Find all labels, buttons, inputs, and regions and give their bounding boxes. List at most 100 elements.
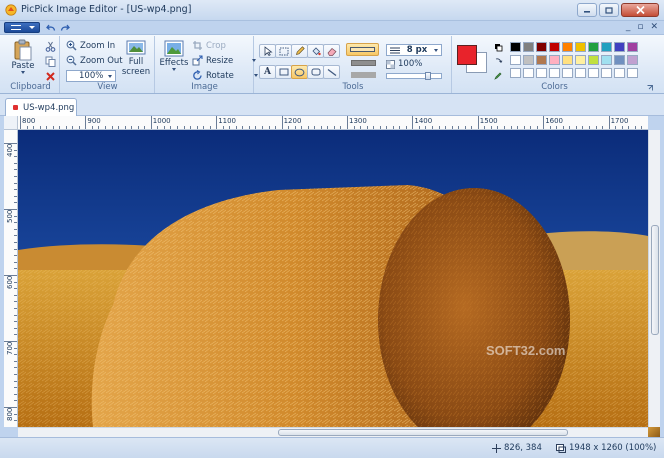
palette-swatch[interactable] <box>510 42 521 52</box>
rotate-button[interactable]: Rotate <box>192 70 258 81</box>
palette-swatch[interactable] <box>575 68 586 78</box>
ruler-tick <box>14 321 17 323</box>
vertical-scroll-thumb[interactable] <box>651 225 659 335</box>
copy-icon[interactable] <box>45 56 56 67</box>
ruler-tick <box>14 215 17 217</box>
palette-swatch[interactable] <box>627 42 638 52</box>
palette-swatch[interactable] <box>601 55 612 65</box>
tools-group: A 8 px 100% Tools <box>255 36 452 93</box>
ruler-tick <box>464 126 466 129</box>
document-tab[interactable]: US-wp4.png <box>5 98 77 116</box>
palette-swatch[interactable] <box>549 55 560 65</box>
ruler-tick <box>621 126 623 129</box>
ruler-tick <box>14 202 17 204</box>
horizontal-scrollbar[interactable] <box>18 427 648 437</box>
palette-swatch[interactable] <box>627 68 638 78</box>
mdi-close-button[interactable]: ✕ <box>650 22 658 32</box>
restore-button[interactable] <box>599 3 619 17</box>
horizontal-scroll-thumb[interactable] <box>278 429 568 436</box>
palette-swatch[interactable] <box>601 42 612 52</box>
crop-button[interactable]: Crop <box>192 40 226 51</box>
palette-swatch[interactable] <box>562 68 573 78</box>
zoom-level-select[interactable]: 100% <box>66 70 116 82</box>
navigator-thumbnail[interactable] <box>648 427 660 437</box>
stroke-style-selected[interactable] <box>346 43 379 56</box>
stroke-style-filled[interactable] <box>351 60 376 66</box>
redo-icon[interactable] <box>60 23 70 32</box>
vertical-scrollbar[interactable] <box>648 130 660 427</box>
fill-tool[interactable] <box>307 44 324 58</box>
mdi-restore-button[interactable]: ▫ <box>637 22 643 32</box>
palette-swatch[interactable] <box>523 42 534 52</box>
palette-swatch[interactable] <box>510 68 521 78</box>
ruler-tick <box>85 116 87 129</box>
palette-swatch[interactable] <box>536 42 547 52</box>
ruler-tick <box>91 126 93 129</box>
select-tool[interactable] <box>259 44 276 58</box>
opacity-slider-thumb[interactable] <box>425 72 431 80</box>
line-width-select[interactable]: 8 px <box>386 44 442 56</box>
palette-swatch[interactable] <box>614 42 625 52</box>
cut-icon[interactable] <box>45 41 56 52</box>
image-group: Effects Crop Resize Rotate Image <box>156 36 258 93</box>
ruler-label: 1200 <box>283 117 302 125</box>
rectangle-tool[interactable] <box>275 65 292 79</box>
paste-button[interactable]: Paste <box>8 39 38 74</box>
swap-arrows-icon[interactable] <box>494 57 503 66</box>
palette-swatch[interactable] <box>627 55 638 65</box>
ruler-tick <box>137 126 139 129</box>
palette-swatch[interactable] <box>523 55 534 65</box>
palette-swatch[interactable] <box>588 55 599 65</box>
opacity-slider[interactable] <box>386 72 442 80</box>
palette-swatch[interactable] <box>523 68 534 78</box>
palette-swatch[interactable] <box>601 68 612 78</box>
ellipse-tool[interactable] <box>291 65 308 79</box>
rectangle-icon <box>279 68 288 76</box>
effects-button[interactable]: Effects <box>159 40 189 71</box>
palette-swatch[interactable] <box>588 42 599 52</box>
delete-icon[interactable] <box>45 71 56 82</box>
palette-swatch[interactable] <box>575 55 586 65</box>
line-tool[interactable] <box>323 65 340 79</box>
text-tool[interactable]: A <box>259 65 276 79</box>
ruler-tick <box>235 126 237 129</box>
picpick-logo-icon <box>5 4 17 16</box>
palette-swatch[interactable] <box>562 42 573 52</box>
zoom-out-button[interactable]: Zoom Out <box>66 55 123 66</box>
palette-swatch[interactable] <box>575 42 586 52</box>
palette-swatch[interactable] <box>588 68 599 78</box>
eraser-tool[interactable] <box>323 44 340 58</box>
close-button[interactable] <box>621 3 659 17</box>
pencil-tool[interactable] <box>291 44 308 58</box>
minimize-button[interactable] <box>577 3 597 17</box>
stroke-style-solid[interactable] <box>351 72 376 78</box>
color-picker-icon[interactable] <box>494 71 503 80</box>
document-tab-strip: US-wp4.png <box>0 94 664 116</box>
palette-swatch[interactable] <box>614 68 625 78</box>
menu-icon <box>11 25 21 30</box>
palette-swatch[interactable] <box>549 42 560 52</box>
palette-swatch[interactable] <box>549 68 560 78</box>
palette-swatch[interactable] <box>536 55 547 65</box>
zoom-in-button[interactable]: Zoom In <box>66 40 115 51</box>
color-swap-icon[interactable] <box>494 43 503 52</box>
primary-color-swatch[interactable] <box>457 45 477 65</box>
ruler-tick <box>14 195 17 197</box>
palette-swatch[interactable] <box>614 55 625 65</box>
rectangle-select-tool[interactable] <box>275 44 292 58</box>
ruler-tick <box>26 126 28 129</box>
pencil-icon <box>295 46 305 56</box>
palette-swatch[interactable] <box>562 55 573 65</box>
app-menu-button[interactable] <box>4 22 40 33</box>
full-screen-button[interactable]: Full screen <box>121 40 151 77</box>
rounded-rectangle-tool[interactable] <box>307 65 324 79</box>
palette-swatch[interactable] <box>536 68 547 78</box>
image-canvas[interactable]: SOFT32.com <box>18 130 648 427</box>
mdi-minimize-button[interactable]: _ <box>626 22 631 32</box>
undo-icon[interactable] <box>46 23 56 32</box>
ruler-tick <box>588 126 590 129</box>
ruler-tick <box>144 126 146 129</box>
ruler-tick <box>72 126 74 129</box>
resize-button[interactable]: Resize <box>192 55 257 66</box>
palette-swatch[interactable] <box>510 55 521 65</box>
